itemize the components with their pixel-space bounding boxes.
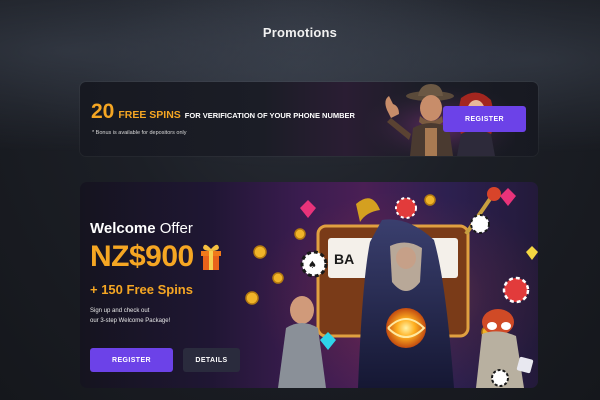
svg-text:♠: ♠ (308, 260, 317, 271)
welcome-offer-title: Welcome Offer (90, 220, 193, 237)
gift-icon (200, 244, 221, 270)
free-spins-bonus: + 150 Free Spins (90, 282, 193, 297)
verification-headline: 20 FREE SPINS FOR VERIFICATION OF YOUR P… (91, 100, 355, 124)
description-line: Sign up and check out (90, 308, 150, 314)
verification-text: FOR VERIFICATION OF YOUR PHONE NUMBER (184, 111, 355, 120)
free-spins-label: FREE SPINS (118, 109, 181, 121)
bonus-amount-row: NZ$900 (90, 240, 222, 274)
wizard-slot-illustration: BA ♠ (245, 187, 538, 388)
register-button[interactable]: REGISTER (90, 348, 173, 372)
welcome-word: Welcome (90, 220, 156, 237)
depositors-note: * Bonus is available for depositors only (92, 130, 187, 136)
description-line: our 3-step Welcome Package! (90, 318, 171, 324)
details-button[interactable]: DETAILS (183, 348, 240, 372)
free-spins-count: 20 (91, 100, 115, 123)
welcome-offer-banner: BA ♠ Welcome Offer NZ$900 + 150 Free Spi… (80, 182, 538, 388)
welcome-description: Sign up and check out our 3-step Welcome… (90, 306, 200, 326)
offer-word: Offer (155, 220, 193, 237)
verification-banner: 20 FREE SPINS FOR VERIFICATION OF YOUR P… (80, 82, 538, 156)
register-button[interactable]: REGISTER (443, 106, 526, 132)
page-title: Promotions (262, 25, 338, 40)
bonus-amount: NZ$900 (90, 240, 194, 273)
svg-text:BA: BA (334, 251, 354, 267)
